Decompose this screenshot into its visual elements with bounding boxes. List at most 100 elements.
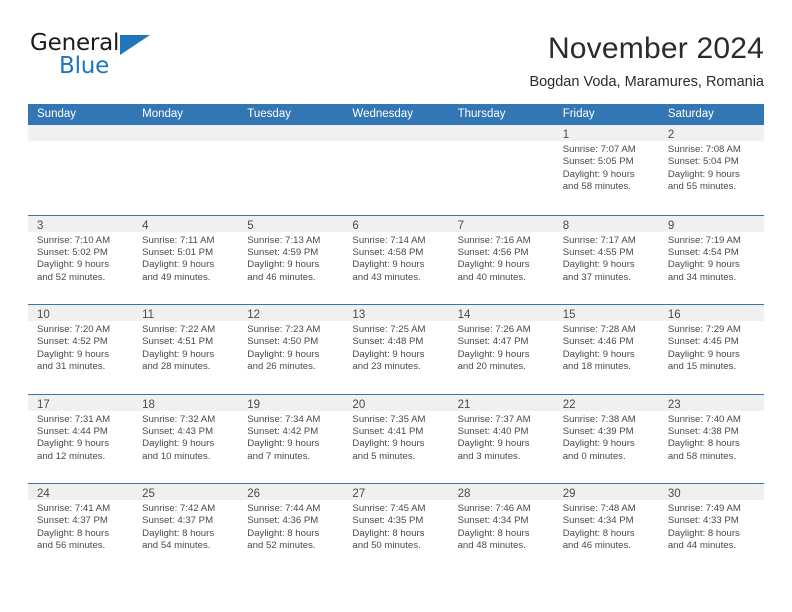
- day-cell[interactable]: 25 Sunrise: 7:42 AM Sunset: 4:37 PM Dayligh…: [133, 484, 239, 573]
- sunrise-text: Sunrise: 7:46 AM: [457, 503, 531, 514]
- day-info: Sunrise: 7:31 AM Sunset: 4:44 PM Daylight:…: [28, 411, 133, 464]
- weekday-monday: Monday: [142, 108, 184, 120]
- daylight-text-line1: Daylight: 9 hours: [457, 259, 530, 271]
- sunrise-text: Sunrise: 7:26 AM: [457, 324, 531, 335]
- day-info: Sunrise: 7:26 AM Sunset: 4:47 PM Daylight:…: [449, 321, 554, 374]
- daylight-text-line2: and 18 minutes.: [562, 361, 631, 373]
- sunrise-text: Sunrise: 7:35 AM: [352, 413, 426, 425]
- daylight-text-line2: and 58 minutes.: [562, 181, 631, 193]
- brand-triangle-icon: [120, 35, 150, 55]
- daylight-text-line1: Daylight: 8 hours: [142, 527, 215, 539]
- sunrise-text: Sunrise: 7:44 AM: [247, 503, 321, 514]
- day-cell[interactable]: 4 Sunrise: 7:11 AM Sunset: 5:01 PM Daylight…: [133, 215, 239, 304]
- daylight-text-line1: Daylight: 8 hours: [562, 527, 635, 539]
- day-number-band: 16: [658, 305, 764, 321]
- daylight-text-line1: Daylight: 9 hours: [142, 259, 215, 271]
- day-cell[interactable]: 21 Sunrise: 7:37 AM Sunset: 4:40 PM Dayligh…: [448, 394, 554, 483]
- sunrise-text: Sunrise: 7:23 AM: [247, 324, 321, 335]
- daylight-text-line2: and 56 minutes.: [37, 540, 106, 552]
- sunrise-text: Sunrise: 7:32 AM: [142, 413, 216, 425]
- sunset-text: Sunset: 4:38 PM: [667, 425, 739, 437]
- sunrise-text: Sunrise: 7:10 AM: [37, 234, 111, 246]
- day-cell[interactable]: 14 Sunrise: 7:26 AM Sunset: 4:47 PM Dayligh…: [448, 305, 554, 394]
- day-number: 1: [562, 129, 570, 141]
- daylight-text-line1: Daylight: 8 hours: [667, 527, 740, 539]
- sunrise-text: Sunrise: 7:49 AM: [667, 503, 741, 514]
- sunset-text: Sunset: 4:43 PM: [142, 425, 214, 437]
- day-cell[interactable]: 26 Sunrise: 7:44 AM Sunset: 4:36 PM Dayligh…: [238, 484, 344, 573]
- day-cell-empty: [28, 125, 134, 215]
- sunrise-text: Sunrise: 7:25 AM: [352, 324, 426, 335]
- day-number: 27: [352, 488, 366, 500]
- day-cell[interactable]: 10 Sunrise: 7:20 AM Sunset: 4:52 PM Dayligh…: [28, 305, 134, 394]
- sunrise-text: Sunrise: 7:34 AM: [247, 413, 321, 425]
- day-number-band: [448, 125, 554, 141]
- day-info: Sunrise: 7:41 AM Sunset: 4:37 PM Daylight:…: [28, 500, 133, 553]
- sunset-text: Sunset: 5:02 PM: [37, 246, 108, 258]
- day-number: 16: [667, 309, 681, 321]
- day-cell[interactable]: 23 Sunrise: 7:40 AM Sunset: 4:38 PM Dayligh…: [658, 394, 764, 483]
- day-info: Sunrise: 7:08 AM Sunset: 5:04 PM Daylight:…: [659, 141, 764, 194]
- day-number: 19: [247, 398, 261, 411]
- day-cell[interactable]: 18 Sunrise: 7:32 AM Sunset: 4:43 PM Dayligh…: [133, 394, 239, 483]
- day-cell[interactable]: 11 Sunrise: 7:22 AM Sunset: 4:51 PM Dayligh…: [133, 305, 239, 394]
- sunrise-text: Sunrise: 7:38 AM: [562, 413, 636, 425]
- day-info: Sunrise: 7:32 AM Sunset: 4:43 PM Daylight:…: [133, 411, 238, 464]
- day-cell[interactable]: 28 Sunrise: 7:46 AM Sunset: 4:34 PM Dayligh…: [448, 484, 554, 573]
- day-cell[interactable]: 16 Sunrise: 7:29 AM Sunset: 4:45 PM Dayligh…: [658, 305, 764, 394]
- day-number-band: 26: [238, 484, 344, 500]
- daylight-text-line2: and 46 minutes.: [247, 271, 316, 283]
- sunrise-text: Sunrise: 7:31 AM: [37, 413, 111, 425]
- daylight-text-line1: Daylight: 9 hours: [352, 348, 425, 360]
- day-number: 7: [457, 219, 464, 232]
- day-cell[interactable]: 6 Sunrise: 7:14 AM Sunset: 4:58 PM Daylight…: [343, 215, 449, 304]
- day-info: Sunrise: 7:38 AM Sunset: 4:39 PM Daylight:…: [554, 411, 659, 464]
- daylight-text-line2: and 43 minutes.: [352, 271, 421, 283]
- day-info: Sunrise: 7:11 AM Sunset: 5:01 PM Daylight:…: [133, 232, 238, 285]
- day-cell[interactable]: 2 Sunrise: 7:08 AM Sunset: 5:04 PM Daylight…: [658, 125, 764, 215]
- brand-logo[interactable]: General Blue: [28, 30, 258, 86]
- daylight-text-line2: and 54 minutes.: [142, 540, 211, 552]
- day-number-band: 19: [238, 394, 344, 411]
- sunrise-text: Sunrise: 7:20 AM: [37, 324, 111, 335]
- day-cell[interactable]: 17 Sunrise: 7:31 AM Sunset: 4:44 PM Dayligh…: [28, 394, 134, 483]
- day-cell[interactable]: 15 Sunrise: 7:28 AM Sunset: 4:46 PM Dayligh…: [553, 305, 659, 394]
- day-info: Sunrise: 7:44 AM Sunset: 4:36 PM Daylight:…: [238, 500, 343, 553]
- day-number: 14: [457, 309, 471, 321]
- day-cell[interactable]: 30 Sunrise: 7:49 AM Sunset: 4:33 PM Dayligh…: [658, 484, 764, 573]
- day-cell[interactable]: 13 Sunrise: 7:25 AM Sunset: 4:48 PM Dayligh…: [343, 305, 449, 394]
- day-info: Sunrise: 7:17 AM Sunset: 4:55 PM Daylight:…: [554, 232, 659, 285]
- daylight-text-line2: and 55 minutes.: [667, 181, 737, 193]
- daylight-text-line2: and 0 minutes.: [562, 450, 626, 462]
- daylight-text-line1: Daylight: 9 hours: [562, 438, 635, 450]
- day-cell[interactable]: 7 Sunrise: 7:16 AM Sunset: 4:56 PM Daylight…: [448, 215, 554, 304]
- day-info: Sunrise: 7:10 AM Sunset: 5:02 PM Daylight:…: [28, 232, 133, 285]
- day-cell[interactable]: 20 Sunrise: 7:35 AM Sunset: 4:41 PM Dayligh…: [343, 394, 449, 483]
- day-cell[interactable]: 22 Sunrise: 7:38 AM Sunset: 4:39 PM Dayligh…: [553, 394, 659, 483]
- day-cell[interactable]: 5 Sunrise: 7:13 AM Sunset: 4:59 PM Daylight…: [238, 215, 344, 304]
- day-cell[interactable]: 1 Sunrise: 7:07 AM Sunset: 5:05 PM Daylight…: [553, 125, 659, 215]
- day-cell[interactable]: 19 Sunrise: 7:34 AM Sunset: 4:42 PM Dayligh…: [238, 394, 344, 483]
- day-info: Sunrise: 7:37 AM Sunset: 4:40 PM Daylight:…: [449, 411, 554, 464]
- daylight-text-line1: Daylight: 9 hours: [37, 259, 109, 271]
- day-cell[interactable]: 29 Sunrise: 7:48 AM Sunset: 4:34 PM Dayligh…: [553, 484, 659, 573]
- daylight-text-line1: Daylight: 9 hours: [457, 438, 530, 450]
- daylight-text-line2: and 23 minutes.: [352, 361, 421, 373]
- day-number-band: 20: [343, 394, 449, 411]
- day-number-band: 18: [133, 394, 239, 411]
- day-cell[interactable]: 24 Sunrise: 7:41 AM Sunset: 4:37 PM Dayligh…: [28, 484, 134, 573]
- day-cell[interactable]: 27 Sunrise: 7:45 AM Sunset: 4:35 PM Dayligh…: [343, 484, 449, 573]
- daylight-text-line2: and 48 minutes.: [457, 540, 526, 552]
- page-header: General Blue November 2024 Bogdan Voda, …: [28, 30, 764, 98]
- daylight-text-line2: and 52 minutes.: [37, 271, 106, 283]
- day-cell[interactable]: 3 Sunrise: 7:10 AM Sunset: 5:02 PM Daylight…: [28, 215, 134, 304]
- daylight-text-line1: Daylight: 8 hours: [457, 527, 530, 539]
- sunset-text: Sunset: 4:35 PM: [352, 515, 424, 527]
- day-cell[interactable]: 9 Sunrise: 7:19 AM Sunset: 4:54 PM Daylight…: [658, 215, 764, 304]
- day-cell[interactable]: 8 Sunrise: 7:17 AM Sunset: 4:55 PM Daylight…: [553, 215, 659, 304]
- sunrise-text: Sunrise: 7:08 AM: [667, 144, 741, 155]
- day-number-band: 28: [448, 484, 554, 500]
- sunset-text: Sunset: 4:54 PM: [667, 246, 739, 258]
- calendar-week-row: 24 Sunrise: 7:41 AM Sunset: 4:37 PM Dayligh…: [28, 483, 764, 573]
- day-cell[interactable]: 12 Sunrise: 7:23 AM Sunset: 4:50 PM Dayligh…: [238, 305, 344, 394]
